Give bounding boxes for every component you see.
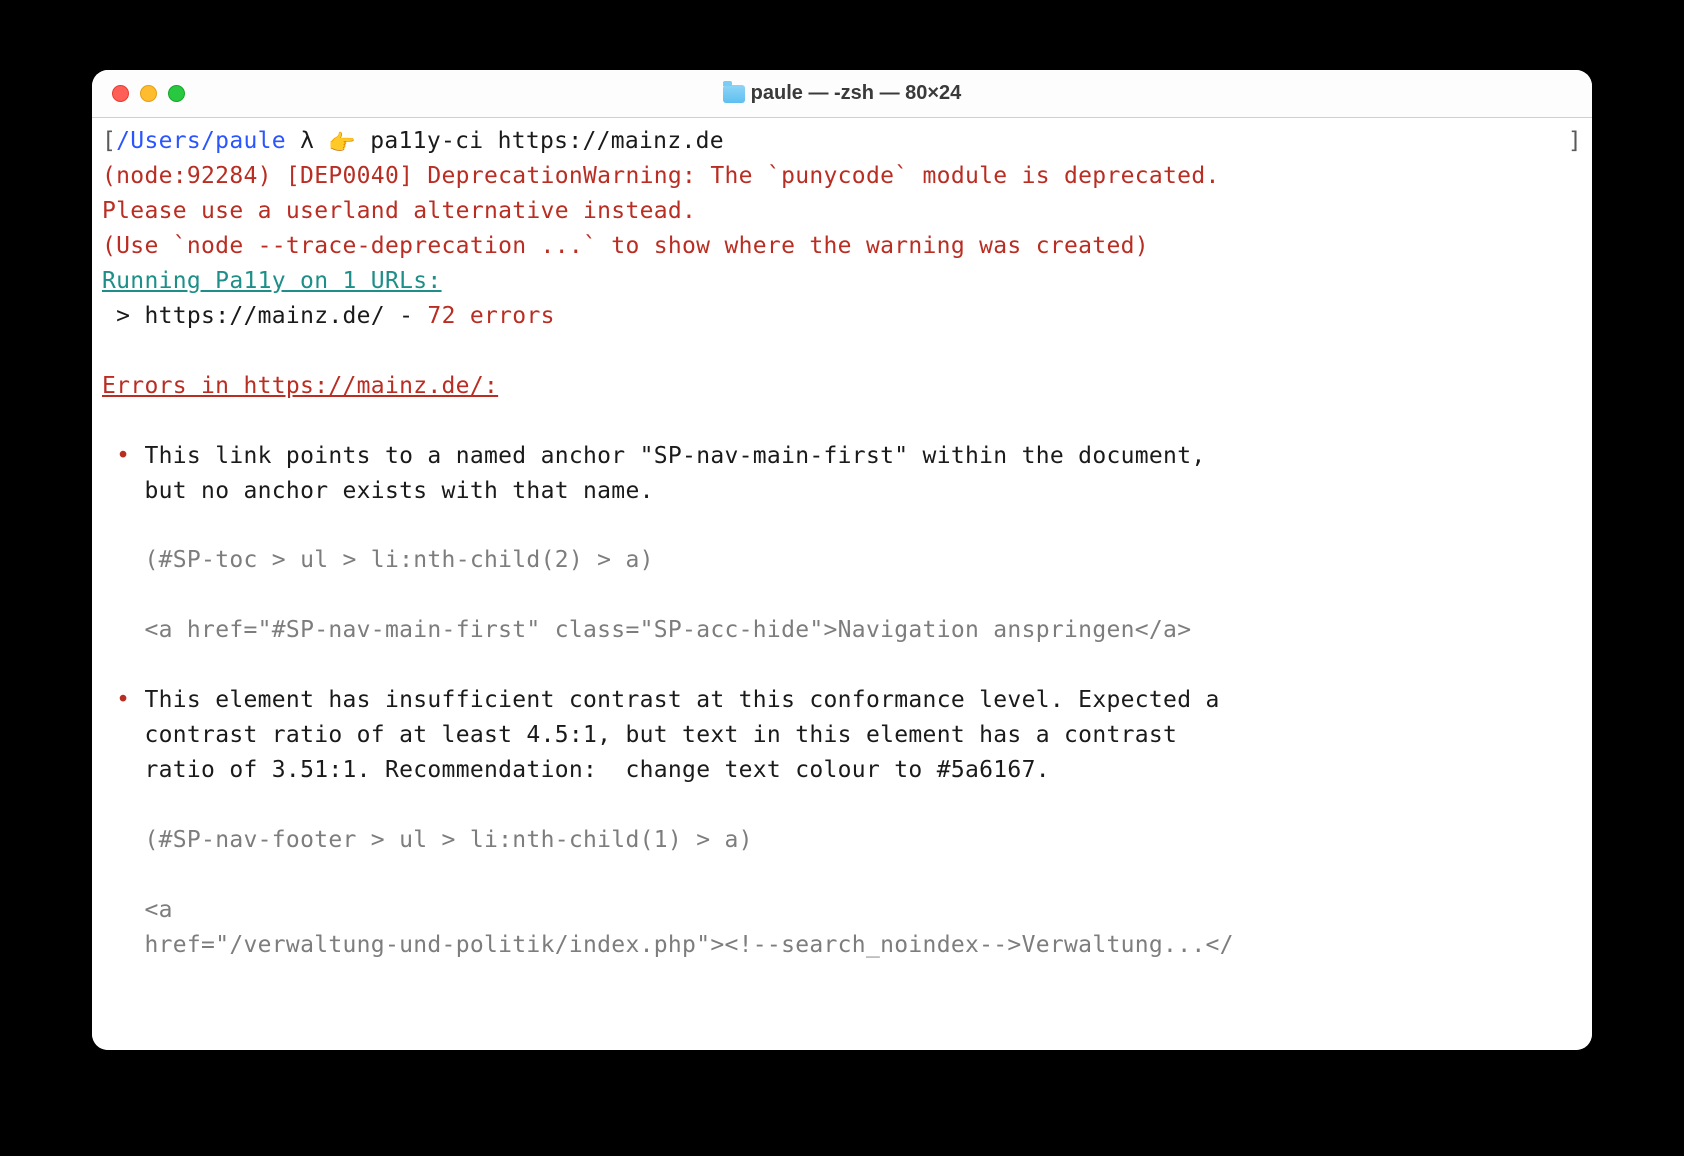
close-icon[interactable] [112, 85, 129, 102]
deprecation-line1: (node:92284) [DEP0040] DeprecationWarnin… [102, 163, 1220, 189]
errors-header: Errors in https://mainz.de/: [102, 373, 498, 399]
error-bullet: • [102, 687, 144, 713]
traffic-lights [92, 85, 185, 102]
minimize-icon[interactable] [140, 85, 157, 102]
prompt-lambda: λ [286, 128, 328, 154]
result-prefix: > [102, 303, 144, 329]
result-errors: 72 errors [427, 303, 554, 329]
prompt-path: /Users/paule [116, 128, 286, 154]
error-selector: (#SP-nav-footer > ul > li:nth-child(1) >… [102, 827, 753, 853]
result-dash: - [385, 303, 427, 329]
error-snippet: <a href="/verwaltung-und-politik/index.p… [102, 897, 1234, 958]
prompt-open-bracket: [ [102, 128, 116, 154]
prompt-command: pa11y-ci https://mainz.de [356, 128, 724, 154]
title-text: paule — -zsh — 80×24 [751, 82, 962, 105]
title-bar[interactable]: paule — -zsh — 80×24 [92, 70, 1592, 118]
fullscreen-icon[interactable] [168, 85, 185, 102]
result-url: https://mainz.de/ [144, 303, 385, 329]
prompt-close-bracket: ] [1568, 124, 1582, 159]
folder-icon [723, 85, 745, 103]
window-title: paule — -zsh — 80×24 [92, 82, 1592, 105]
deprecation-line3: (Use `node --trace-deprecation ...` to s… [102, 233, 1149, 259]
error-selector: (#SP-toc > ul > li:nth-child(2) > a) [102, 547, 654, 573]
error-text: This link points to a named anchor "SP-n… [102, 443, 1206, 504]
deprecation-line2: Please use a userland alternative instea… [102, 198, 696, 224]
error-text: This element has insufficient contrast a… [102, 687, 1220, 783]
terminal-output[interactable]: [/Users/paule λ 👉 pa11y-ci https://mainz… [92, 118, 1592, 1050]
pointer-icon: 👉 [328, 127, 356, 160]
running-header: Running Pa11y on 1 URLs: [102, 268, 442, 294]
error-bullet: • [102, 443, 144, 469]
terminal-window: paule — -zsh — 80×24 [/Users/paule λ 👉 p… [92, 70, 1592, 1050]
error-snippet: <a href="#SP-nav-main-first" class="SP-a… [102, 617, 1191, 643]
